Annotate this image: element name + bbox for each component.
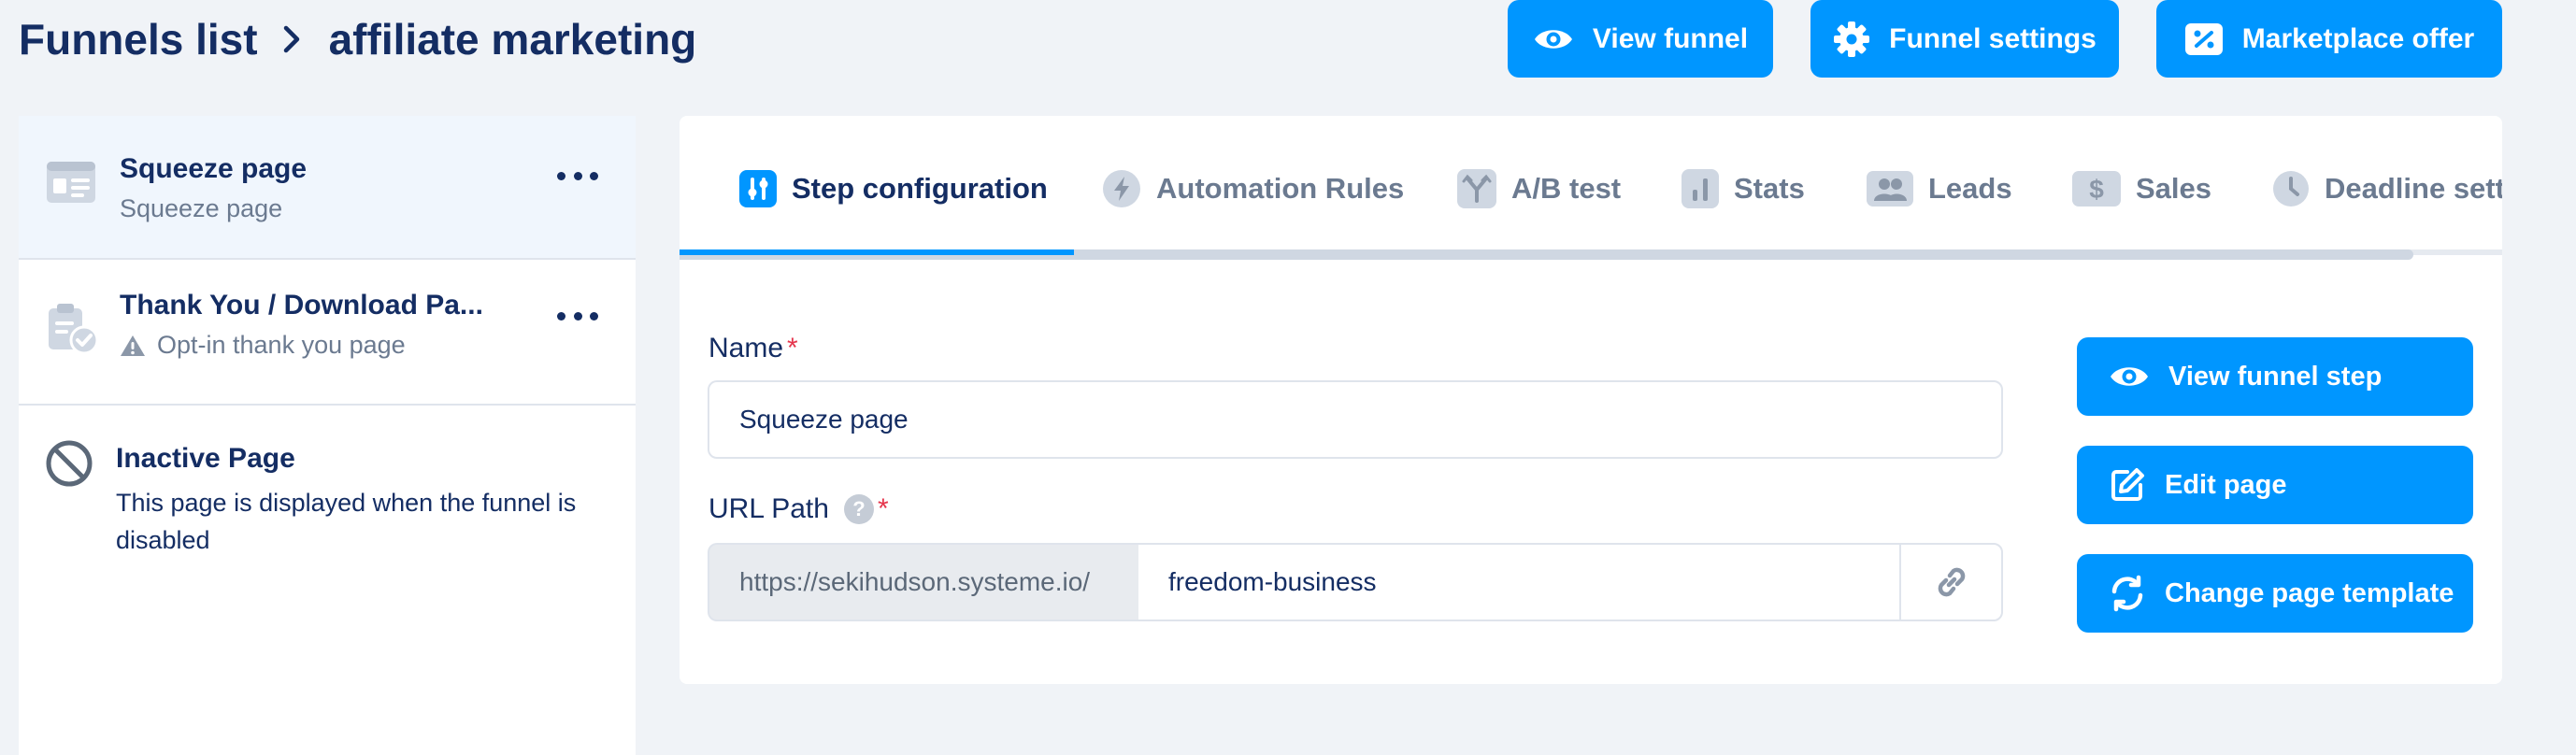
warning-icon <box>120 334 146 358</box>
name-input-value: Squeeze page <box>739 405 909 434</box>
clipboard-check-icon <box>45 301 99 360</box>
inactive-page-title: Inactive Page <box>116 443 295 474</box>
funnel-step-thank-you[interactable]: Thank You / Download Pa... Opt-in thank … <box>19 260 636 406</box>
chevron-right-icon <box>282 24 303 54</box>
url-path-value: freedom-business <box>1168 567 1377 596</box>
required-asterisk: * <box>787 333 798 363</box>
users-icon <box>1867 171 1913 207</box>
tab-stats[interactable]: Stats <box>1682 161 1805 217</box>
required-asterisk: * <box>877 493 889 524</box>
step-title: Squeeze page <box>120 153 308 184</box>
tab-label: Sales <box>2136 172 2212 205</box>
step-subtitle: Squeeze page <box>120 194 283 222</box>
eye-icon <box>1533 25 1574 53</box>
ban-icon <box>45 439 93 492</box>
tab-step-configuration[interactable]: Step configuration <box>739 161 1048 217</box>
help-icon[interactable]: ? <box>843 494 874 524</box>
url-domain-prefix: https://sekihudson.systeme.io/ <box>708 543 1138 621</box>
step-title: Thank You / Download Pa... <box>120 290 483 321</box>
view-funnel-step-button[interactable]: View funnel step <box>2077 337 2473 416</box>
tab-deadline-settings[interactable]: Deadline setti <box>2272 161 2502 217</box>
active-tab-indicator <box>680 249 1074 255</box>
tab-label: Stats <box>1734 172 1805 205</box>
dollar-icon: $ <box>2072 171 2121 207</box>
marketplace-offer-label: Marketplace offer <box>2241 22 2475 54</box>
clock-icon <box>2272 170 2310 207</box>
step-subtitle: Opt-in thank you page <box>157 331 406 359</box>
tab-label: Automation Rules <box>1156 172 1405 205</box>
name-input[interactable]: Squeeze page <box>708 380 2003 459</box>
bolt-icon <box>1102 169 1141 208</box>
eye-icon <box>2109 363 2150 391</box>
tab-bar: Step configuration Automation Rules A/B … <box>680 116 2502 265</box>
breadcrumb-funnels-list[interactable]: Funnels list <box>19 14 258 64</box>
refresh-icon <box>2109 575 2146 612</box>
step-menu-button[interactable] <box>550 157 606 194</box>
url-path-field-label: URL Path ? * <box>708 493 889 525</box>
view-funnel-step-label: View funnel step <box>2168 361 2383 392</box>
split-icon <box>1457 169 1496 208</box>
webpage-icon <box>45 159 97 210</box>
url-prefix-text: https://sekihudson.systeme.io/ <box>739 567 1091 596</box>
gear-icon <box>1833 21 1870 58</box>
breadcrumb: Funnels list affiliate marketing <box>19 9 696 69</box>
url-path-input[interactable]: freedom-business <box>1138 543 1899 621</box>
view-funnel-button[interactable]: View funnel <box>1508 0 1773 78</box>
step-menu-button[interactable] <box>550 297 606 335</box>
tab-label: Step configuration <box>792 172 1048 205</box>
sliders-icon <box>739 170 777 207</box>
name-label-text: Name <box>708 333 784 363</box>
funnel-steps-sidebar: Squeeze page Squeeze page Thank You / Do… <box>19 116 636 755</box>
funnel-step-squeeze-page[interactable]: Squeeze page Squeeze page <box>19 116 636 260</box>
tab-ab-test[interactable]: A/B test <box>1457 161 1621 217</box>
tab-label: Leads <box>1928 172 2012 205</box>
step-config-card: Step configuration Automation Rules A/B … <box>680 116 2502 684</box>
inactive-page-description: This page is displayed when the funnel i… <box>116 489 577 554</box>
view-funnel-label: View funnel <box>1592 22 1749 54</box>
tab-label: Deadline setti <box>2325 172 2502 205</box>
change-page-template-button[interactable]: Change page template <box>2077 554 2473 633</box>
tab-automation-rules[interactable]: Automation Rules <box>1102 161 1404 217</box>
page-title: affiliate marketing <box>328 15 697 64</box>
link-icon <box>1931 562 1972 603</box>
edit-icon <box>2109 466 2146 504</box>
bar-chart-icon <box>1682 169 1719 208</box>
ticket-icon <box>2184 22 2224 56</box>
svg-text:$: $ <box>2089 175 2104 204</box>
tab-leads[interactable]: Leads <box>1867 161 2012 217</box>
url-label-text: URL Path <box>708 493 829 524</box>
edit-page-label: Edit page <box>2165 469 2287 500</box>
edit-page-button[interactable]: Edit page <box>2077 446 2473 524</box>
change-page-template-label: Change page template <box>2165 577 2454 608</box>
marketplace-offer-button[interactable]: Marketplace offer <box>2156 0 2502 78</box>
step-subtitle-row: Opt-in thank you page <box>120 331 406 360</box>
funnel-settings-button[interactable]: Funnel settings <box>1810 0 2119 78</box>
tab-label: A/B test <box>1511 172 1622 205</box>
copy-link-button[interactable] <box>1899 543 2003 621</box>
tab-sales[interactable]: $ Sales <box>2072 161 2211 217</box>
funnel-settings-label: Funnel settings <box>1889 22 2097 54</box>
name-field-label: Name * <box>708 333 798 364</box>
page-header: Funnels list affiliate marketing View fu… <box>0 0 2576 112</box>
